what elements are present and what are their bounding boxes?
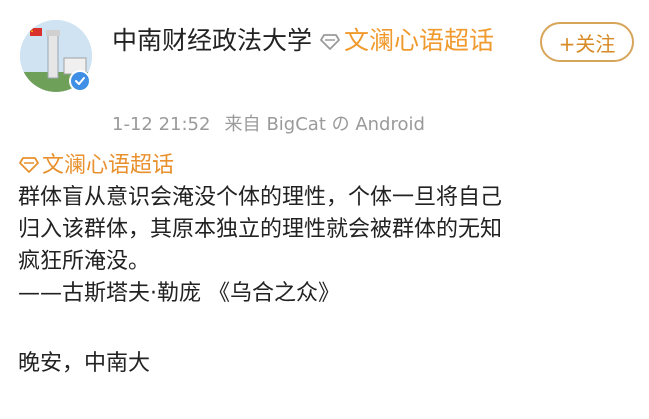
body-line: 群体盲从意识会淹没个体的理性，个体一旦将自己 [18, 185, 503, 210]
diamond-topic-icon [320, 34, 340, 50]
body-line: 归入该群体，其原本独立的理性就会被群体的无知 [18, 217, 503, 242]
topic-link-text: 文澜心语超话 [42, 153, 175, 178]
follow-label: +关注 [558, 31, 616, 56]
post-meta: 1-12 21:52 来自 BigCat の Android [112, 110, 439, 136]
body-line: 疯狂所淹没。 [18, 249, 151, 274]
super-topic-link[interactable]: 文澜心语超话 [344, 26, 494, 55]
source-device: BigCat の Android [266, 114, 425, 135]
quote-attribution: ——古斯塔夫·勒庞 《乌合之众》 [18, 281, 340, 306]
closing-line: 晚安，中南大 [18, 351, 151, 376]
timestamp: 1-12 21:52 [112, 114, 211, 135]
post-header: 中南财经政法大学 文澜心语超话 [112, 24, 522, 58]
source-prefix: 来自 [224, 114, 261, 135]
verified-badge-icon [69, 70, 91, 92]
diamond-topic-icon [19, 157, 39, 173]
post-body: 文澜心语超话 群体盲从意识会淹没个体的理性，个体一旦将自己 归入该群体，其原本独… [18, 150, 638, 380]
topic-link[interactable]: 文澜心语超话 [18, 150, 638, 182]
follow-button[interactable]: +关注 [540, 22, 634, 62]
author-name[interactable]: 中南财经政法大学 [112, 26, 312, 55]
